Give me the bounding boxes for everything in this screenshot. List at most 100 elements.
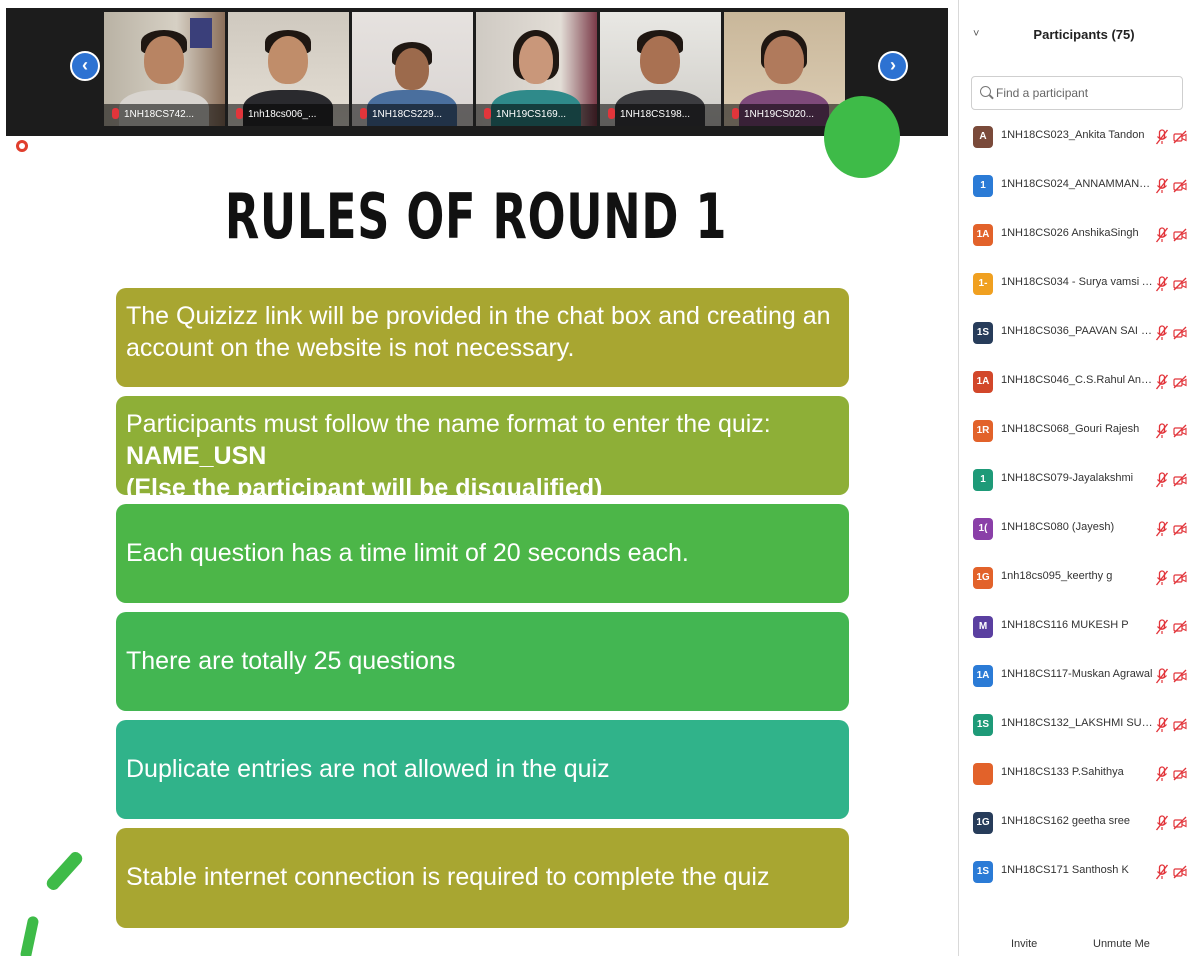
next-page-button[interactable]: › [878, 51, 908, 81]
muted-mic-icon[interactable] [1155, 766, 1169, 782]
participant-row[interactable]: 1G 1nh18cs095_keerthy g [959, 559, 1195, 597]
video-thumbnail[interactable]: 1NH19CS020... [724, 12, 845, 126]
participant-face [519, 36, 553, 84]
video-thumbnail[interactable]: 1nh18cs006_... [228, 12, 349, 126]
rule-box: Each question has a time limit of 20 sec… [116, 504, 849, 603]
thumbnail-name: 1NH18CS229... [372, 109, 443, 120]
participant-row[interactable]: 1A 1NH18CS046_C.S.Rahul Anand [959, 363, 1195, 401]
participants-panel: ˅ Participants (75) A 1NH18CS023_Ankita T… [958, 0, 1195, 956]
muted-mic-icon[interactable] [1155, 374, 1169, 390]
participant-row[interactable]: 1S 1NH18CS171 Santhosh K [959, 853, 1195, 891]
participant-row[interactable]: 1S 1NH18CS132_LAKSHMI SUMANA [959, 706, 1195, 744]
muted-mic-icon [608, 107, 615, 119]
unmute-me-button[interactable]: Unmute Me [1093, 934, 1150, 954]
video-off-icon[interactable] [1173, 522, 1187, 536]
participant-row[interactable]: 1S 1NH18CS036_PAAVAN SAI REDD... [959, 314, 1195, 352]
participant-name: 1NH18CS117-Muskan Agrawal [1001, 668, 1153, 680]
muted-mic-icon[interactable] [1155, 472, 1169, 488]
participant-row[interactable]: 1A 1NH18CS026 AnshikaSingh [959, 216, 1195, 254]
video-off-icon[interactable] [1173, 473, 1187, 487]
muted-mic-icon[interactable] [1155, 325, 1169, 341]
video-off-icon[interactable] [1173, 571, 1187, 585]
avatar: A [973, 126, 993, 148]
video-thumbnail[interactable]: 1NH18CS229... [352, 12, 473, 126]
rule-warning-text: (Else the participant will be disqualifi… [126, 474, 603, 502]
video-off-icon[interactable] [1173, 130, 1187, 144]
video-off-icon[interactable] [1173, 375, 1187, 389]
muted-mic-icon[interactable] [1155, 864, 1169, 880]
participant-name: 1NH18CS162 geetha sree [1001, 815, 1131, 827]
muted-mic-icon[interactable] [1155, 129, 1169, 145]
participant-row[interactable]: 1 1NH18CS024_ANNAMMANIKAN... [959, 167, 1195, 205]
muted-mic-icon[interactable] [1155, 178, 1169, 194]
meeting-area: ‹ 1NH18CS742... 1nh18cs006_... 1NH18CS22… [0, 0, 958, 956]
video-off-icon[interactable] [1173, 228, 1187, 242]
avatar: 1 [973, 469, 993, 491]
participant-row[interactable]: M 1NH18CS116 MUKESH P [959, 608, 1195, 646]
muted-mic-icon [236, 107, 243, 119]
muted-mic-icon [732, 107, 739, 119]
participant-row[interactable]: A 1NH18CS023_Ankita Tandon [959, 118, 1195, 156]
muted-mic-icon[interactable] [1155, 423, 1169, 439]
thumbnail-caption: 1NH19CS169... [476, 104, 597, 126]
thumbnail-name: 1nh18cs006_... [248, 109, 317, 120]
decorative-circle [824, 96, 900, 178]
video-off-icon[interactable] [1173, 326, 1187, 340]
muted-mic-icon[interactable] [1155, 521, 1169, 537]
rule-text: Stable internet connection is required t… [126, 863, 770, 891]
video-strip: ‹ 1NH18CS742... 1nh18cs006_... 1NH18CS22… [6, 8, 948, 136]
video-thumbnails: 1NH18CS742... 1nh18cs006_... 1NH18CS229.… [104, 12, 845, 126]
video-off-icon[interactable] [1173, 277, 1187, 291]
muted-mic-icon[interactable] [1155, 276, 1169, 292]
slide-title: RULES OF ROUND 1 [224, 180, 728, 253]
avatar: M [973, 616, 993, 638]
panel-header: ˅ Participants (75) [959, 22, 1195, 48]
participant-name: 1NH18CS171 Santhosh K [1001, 864, 1129, 876]
participant-row[interactable]: 1G 1NH18CS162 geetha sree [959, 804, 1195, 842]
video-thumbnail[interactable]: 1NH18CS742... [104, 12, 225, 126]
participant-face [144, 36, 184, 84]
video-off-icon[interactable] [1173, 179, 1187, 193]
participant-row[interactable]: 1(1NH18CS080 (Jayesh) [959, 510, 1195, 548]
muted-mic-icon[interactable] [1155, 227, 1169, 243]
participant-row[interactable]: 1A 1NH18CS117-Muskan Agrawal [959, 657, 1195, 695]
video-thumbnail[interactable]: 1NH19CS169... [476, 12, 597, 126]
participant-name: 1NH18CS079-Jayalakshmi [1001, 472, 1134, 484]
chevron-down-icon[interactable]: ˅ [973, 28, 979, 40]
video-off-icon[interactable] [1173, 767, 1187, 781]
participant-row[interactable]: 1 1NH18CS079-Jayalakshmi [959, 461, 1195, 499]
muted-mic-icon [484, 107, 491, 119]
video-off-icon[interactable] [1173, 865, 1187, 879]
participant-search [971, 76, 1183, 110]
muted-mic-icon[interactable] [1155, 815, 1169, 831]
participant-row[interactable]: 1R 1NH18CS068_Gouri Rajesh [959, 412, 1195, 450]
search-icon [980, 86, 991, 97]
rule-bold-text: NAME_USN [126, 442, 267, 470]
participant-name: 1NH18CS024_ANNAMMANIKAN... [1001, 178, 1153, 190]
participant-name: 1NH18CS133 P.Sahithya [1001, 766, 1124, 778]
muted-mic-icon[interactable] [1155, 717, 1169, 733]
previous-page-button[interactable]: ‹ [70, 51, 100, 81]
participant-row[interactable]: 1- 1NH18CS034 - Surya vamsi Aytha [959, 265, 1195, 303]
participant-name: 1NH18CS068_Gouri Rajesh [1001, 423, 1140, 435]
video-off-icon[interactable] [1173, 669, 1187, 683]
video-off-icon[interactable] [1173, 816, 1187, 830]
invite-button[interactable]: Invite [1011, 934, 1037, 954]
thumbnail-name: 1NH18CS742... [124, 109, 195, 120]
thumbnail-name: 1NH19CS020... [744, 109, 815, 120]
muted-mic-icon[interactable] [1155, 619, 1169, 635]
video-off-icon[interactable] [1173, 424, 1187, 438]
avatar: 1S [973, 861, 993, 883]
video-off-icon[interactable] [1173, 620, 1187, 634]
video-off-icon[interactable] [1173, 718, 1187, 732]
search-input[interactable] [996, 83, 1176, 103]
participant-row[interactable]: 1NH18CS133 P.Sahithya [959, 755, 1195, 793]
video-thumbnail[interactable]: 1NH18CS198... [600, 12, 721, 126]
muted-mic-icon[interactable] [1155, 668, 1169, 684]
thumbnail-caption: 1nh18cs006_... [228, 104, 349, 126]
rule-box: The Quizizz link will be provided in the… [116, 288, 849, 387]
participant-name: 1NH18CS080 (Jayesh) [1001, 521, 1115, 533]
avatar: 1R [973, 420, 993, 442]
muted-mic-icon[interactable] [1155, 570, 1169, 586]
thumbnail-caption: 1NH18CS229... [352, 104, 473, 126]
